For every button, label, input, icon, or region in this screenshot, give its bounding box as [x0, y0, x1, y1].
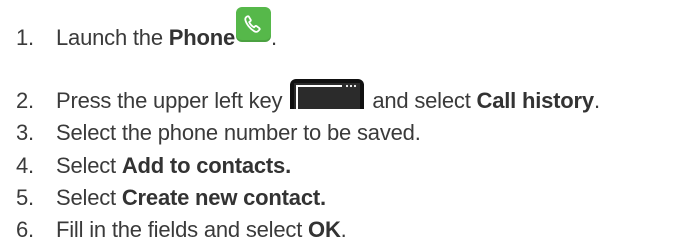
step-text: Fill in the fields and select	[56, 217, 309, 242]
step-number: 5.	[16, 185, 34, 210]
step-bold-text: Call history	[476, 88, 595, 113]
phone-app-icon	[236, 6, 272, 42]
step-bold-text: Phone	[168, 25, 236, 50]
step-2: 2. Press the upper left key and select C…	[16, 79, 600, 118]
step-bold-text: Create new contact.	[121, 185, 326, 210]
step-text: Launch the	[56, 25, 169, 50]
instruction-steps-list: 1. Launch the Phone . 2. Press the upper…	[0, 0, 684, 251]
step-4: 4. Select Add to contacts.	[16, 149, 291, 183]
step-text: Press the upper left key	[56, 88, 283, 113]
step-number: 4.	[16, 153, 34, 178]
step-text-suffix: .	[340, 217, 347, 242]
step-bold-text: Add to contacts.	[121, 153, 291, 178]
step-text-middle: and select	[372, 88, 477, 113]
step-3: 3. Select the phone number to be saved.	[16, 116, 421, 150]
step-number: 6.	[16, 217, 34, 242]
step-text: Select	[56, 153, 122, 178]
step-1: 1. Launch the Phone .	[16, 6, 277, 55]
step-text-suffix: .	[593, 88, 600, 113]
step-text-suffix: .	[271, 25, 277, 50]
upper-left-key-icon	[290, 79, 365, 109]
step-text: Select	[56, 185, 122, 210]
step-number: 1.	[16, 25, 34, 50]
step-bold-text: OK	[308, 217, 341, 242]
step-number: 3.	[16, 120, 34, 145]
step-text: Select the phone number to be saved.	[56, 120, 421, 145]
step-5: 5. Select Create new contact.	[16, 181, 326, 215]
step-number: 2.	[16, 88, 34, 113]
step-6: 6. Fill in the fields and select OK .	[16, 213, 347, 247]
